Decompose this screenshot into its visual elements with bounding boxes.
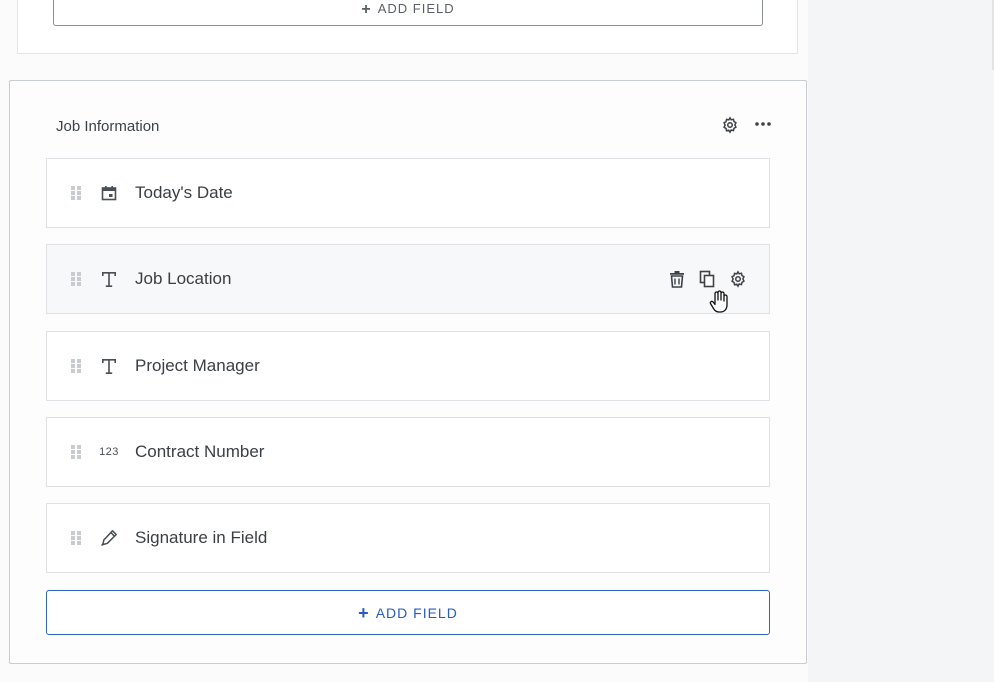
section-settings-gear-icon[interactable]: [721, 116, 739, 134]
field-job-location[interactable]: Job Location: [46, 244, 770, 314]
drag-handle-icon[interactable]: [70, 185, 82, 201]
section-title: Job Information: [56, 118, 160, 135]
field-label: Project Manager: [135, 356, 260, 375]
right-panel: [808, 0, 994, 682]
number-type-icon: 123: [99, 446, 119, 458]
text-type-icon: [99, 269, 119, 289]
drag-handle-icon[interactable]: [70, 271, 82, 287]
trash-icon[interactable]: [667, 269, 687, 289]
add-field-label: ADD FIELD: [377, 1, 455, 16]
field-label: Signature in Field: [135, 528, 268, 547]
section-more-icon[interactable]: [753, 115, 773, 133]
previous-section: + ADD FIELD: [17, 0, 798, 54]
field-settings-gear-icon[interactable]: [728, 269, 748, 289]
duplicate-icon[interactable]: [697, 269, 717, 289]
field-signature[interactable]: Signature in Field: [46, 503, 770, 573]
field-contract-number[interactable]: 123 Contract Number: [46, 417, 770, 487]
field-todays-date[interactable]: Today's Date: [46, 158, 770, 228]
plus-icon: +: [361, 1, 372, 18]
field-project-manager[interactable]: Project Manager: [46, 331, 770, 401]
job-information-section: Job Information Today's Date Job Locatio…: [9, 80, 807, 664]
calendar-icon: [99, 183, 119, 203]
previous-add-field-button[interactable]: + ADD FIELD: [53, 0, 763, 26]
pen-icon: [99, 528, 119, 548]
field-label: Contract Number: [135, 442, 265, 461]
add-field-button[interactable]: + ADD FIELD: [46, 590, 770, 635]
field-label: Job Location: [135, 269, 232, 288]
text-type-icon: [99, 356, 119, 376]
plus-icon: +: [358, 602, 370, 623]
add-field-label: ADD FIELD: [375, 604, 458, 621]
drag-handle-icon[interactable]: [70, 444, 82, 460]
drag-handle-icon[interactable]: [70, 358, 82, 374]
drag-handle-icon[interactable]: [70, 530, 82, 546]
field-label: Today's Date: [135, 183, 233, 202]
hand-cursor-icon: [708, 290, 730, 314]
